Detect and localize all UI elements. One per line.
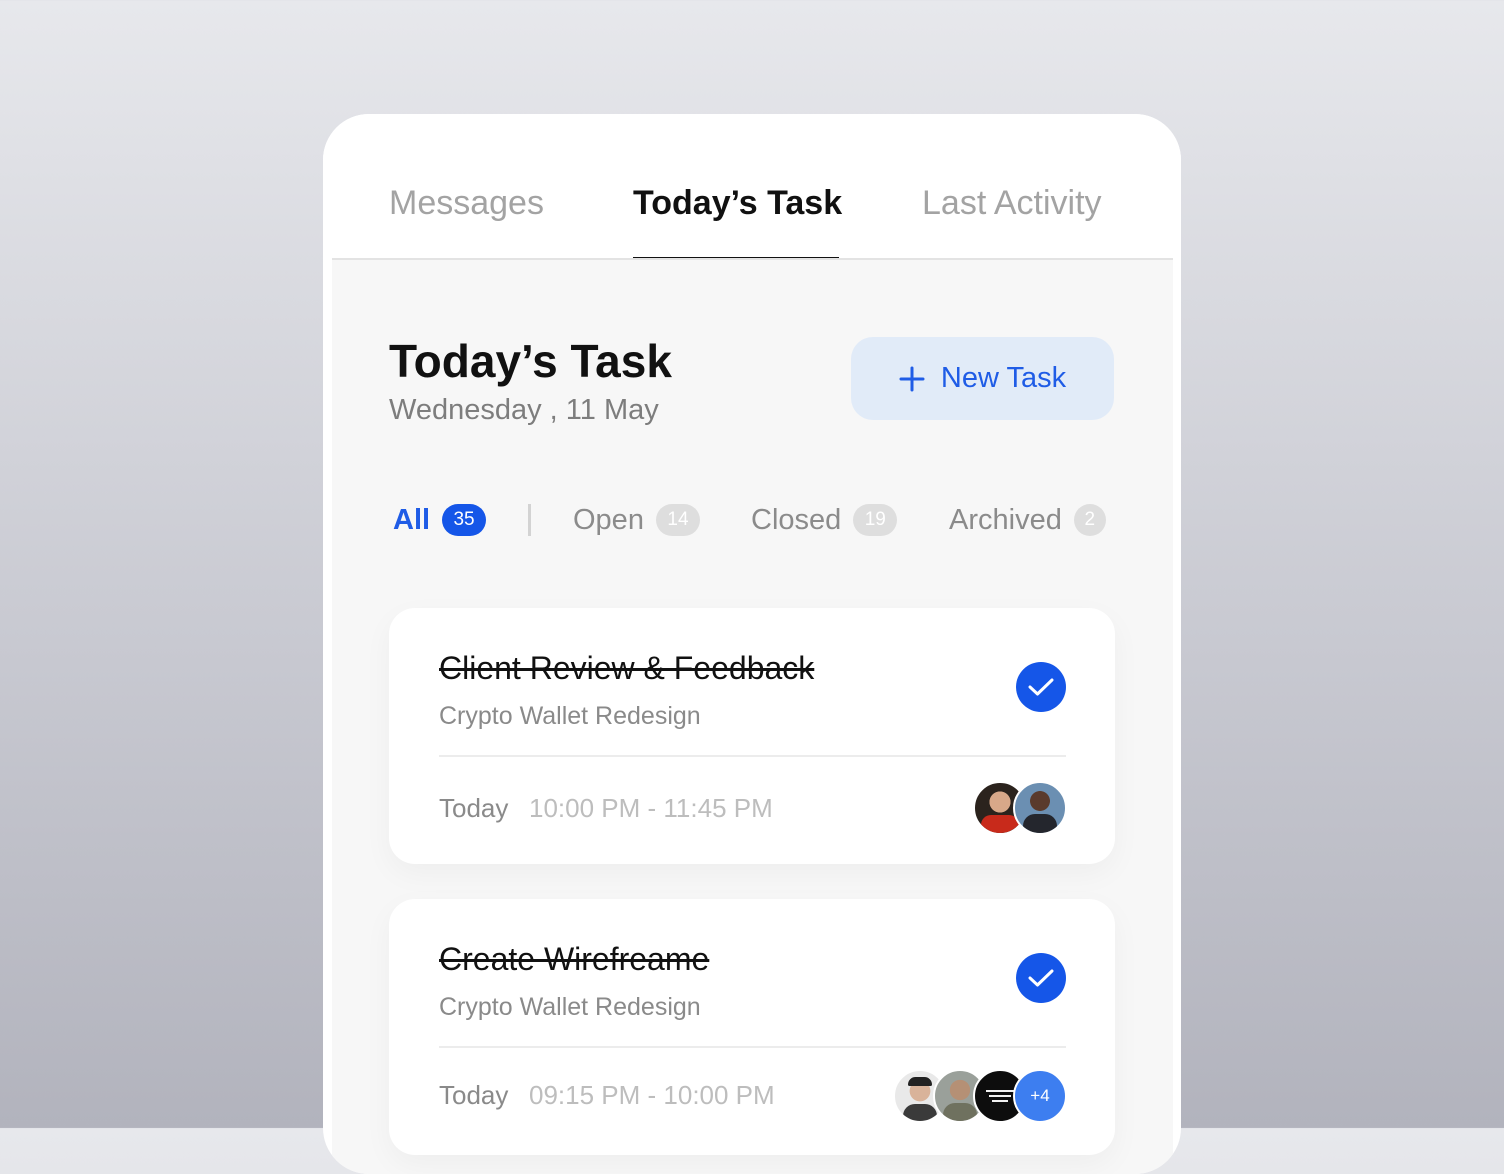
task-divider: [439, 755, 1066, 757]
new-task-label: New Task: [940, 362, 1067, 394]
tab-bar: Messages Today’s Task Last Activity: [323, 114, 1181, 260]
task-day: Today: [439, 793, 509, 823]
task-day: Today: [439, 1080, 509, 1110]
filter-closed-count: 19: [853, 504, 898, 536]
check-icon: [1028, 969, 1054, 987]
plus-icon: [899, 366, 925, 392]
filter-open[interactable]: Open 14: [573, 500, 700, 540]
new-task-button[interactable]: New Task: [851, 337, 1114, 420]
filter-closed[interactable]: Closed 19: [751, 500, 898, 540]
page-date: Wednesday , 11 May: [389, 394, 659, 426]
filter-all-count: 35: [442, 504, 487, 536]
task-complete-checkbox[interactable]: [1016, 953, 1066, 1003]
avatar[interactable]: [1013, 781, 1067, 835]
filter-separator: [528, 504, 531, 536]
task-card[interactable]: Create Wirefreame Crypto Wallet Redesign…: [389, 899, 1115, 1155]
filter-open-count: 14: [655, 504, 700, 536]
check-icon: [1028, 678, 1054, 696]
task-project: Crypto Wallet Redesign: [439, 993, 701, 1021]
assignee-avatars: +4: [893, 1069, 1067, 1123]
task-project: Crypto Wallet Redesign: [439, 702, 701, 730]
tab-last-activity[interactable]: Last Activity: [922, 184, 1102, 223]
filter-all[interactable]: All 35: [393, 500, 487, 540]
filter-archived-label: Archived: [949, 503, 1062, 536]
task-card[interactable]: Client Review & Feedback Crypto Wallet R…: [389, 608, 1115, 864]
task-title: Create Wirefreame: [439, 941, 710, 977]
filter-all-label: All: [393, 503, 431, 536]
filter-bar: All 35 Open 14 Closed 19 Archived 2: [393, 500, 1123, 540]
task-title: Client Review & Feedback: [439, 650, 815, 686]
app-panel: Messages Today’s Task Last Activity Toda…: [323, 114, 1181, 1174]
filter-archived-count: 2: [1073, 504, 1106, 536]
task-time: 09:15 PM - 10:00 PM: [529, 1080, 775, 1110]
filter-archived[interactable]: Archived 2: [949, 500, 1106, 540]
tab-messages[interactable]: Messages: [389, 184, 544, 223]
filter-closed-label: Closed: [751, 503, 842, 536]
task-divider: [439, 1046, 1066, 1048]
tab-todays-task[interactable]: Today’s Task: [633, 184, 842, 223]
task-time: 10:00 PM - 11:45 PM: [529, 793, 773, 823]
assignee-avatars: [973, 781, 1067, 835]
more-assignees-count[interactable]: +4: [1013, 1069, 1067, 1123]
main-content: Today’s Task Wednesday , 11 May New Task…: [332, 260, 1173, 1174]
filter-open-label: Open: [573, 503, 644, 536]
task-complete-checkbox[interactable]: [1016, 662, 1066, 712]
page-title: Today’s Task: [389, 335, 672, 387]
